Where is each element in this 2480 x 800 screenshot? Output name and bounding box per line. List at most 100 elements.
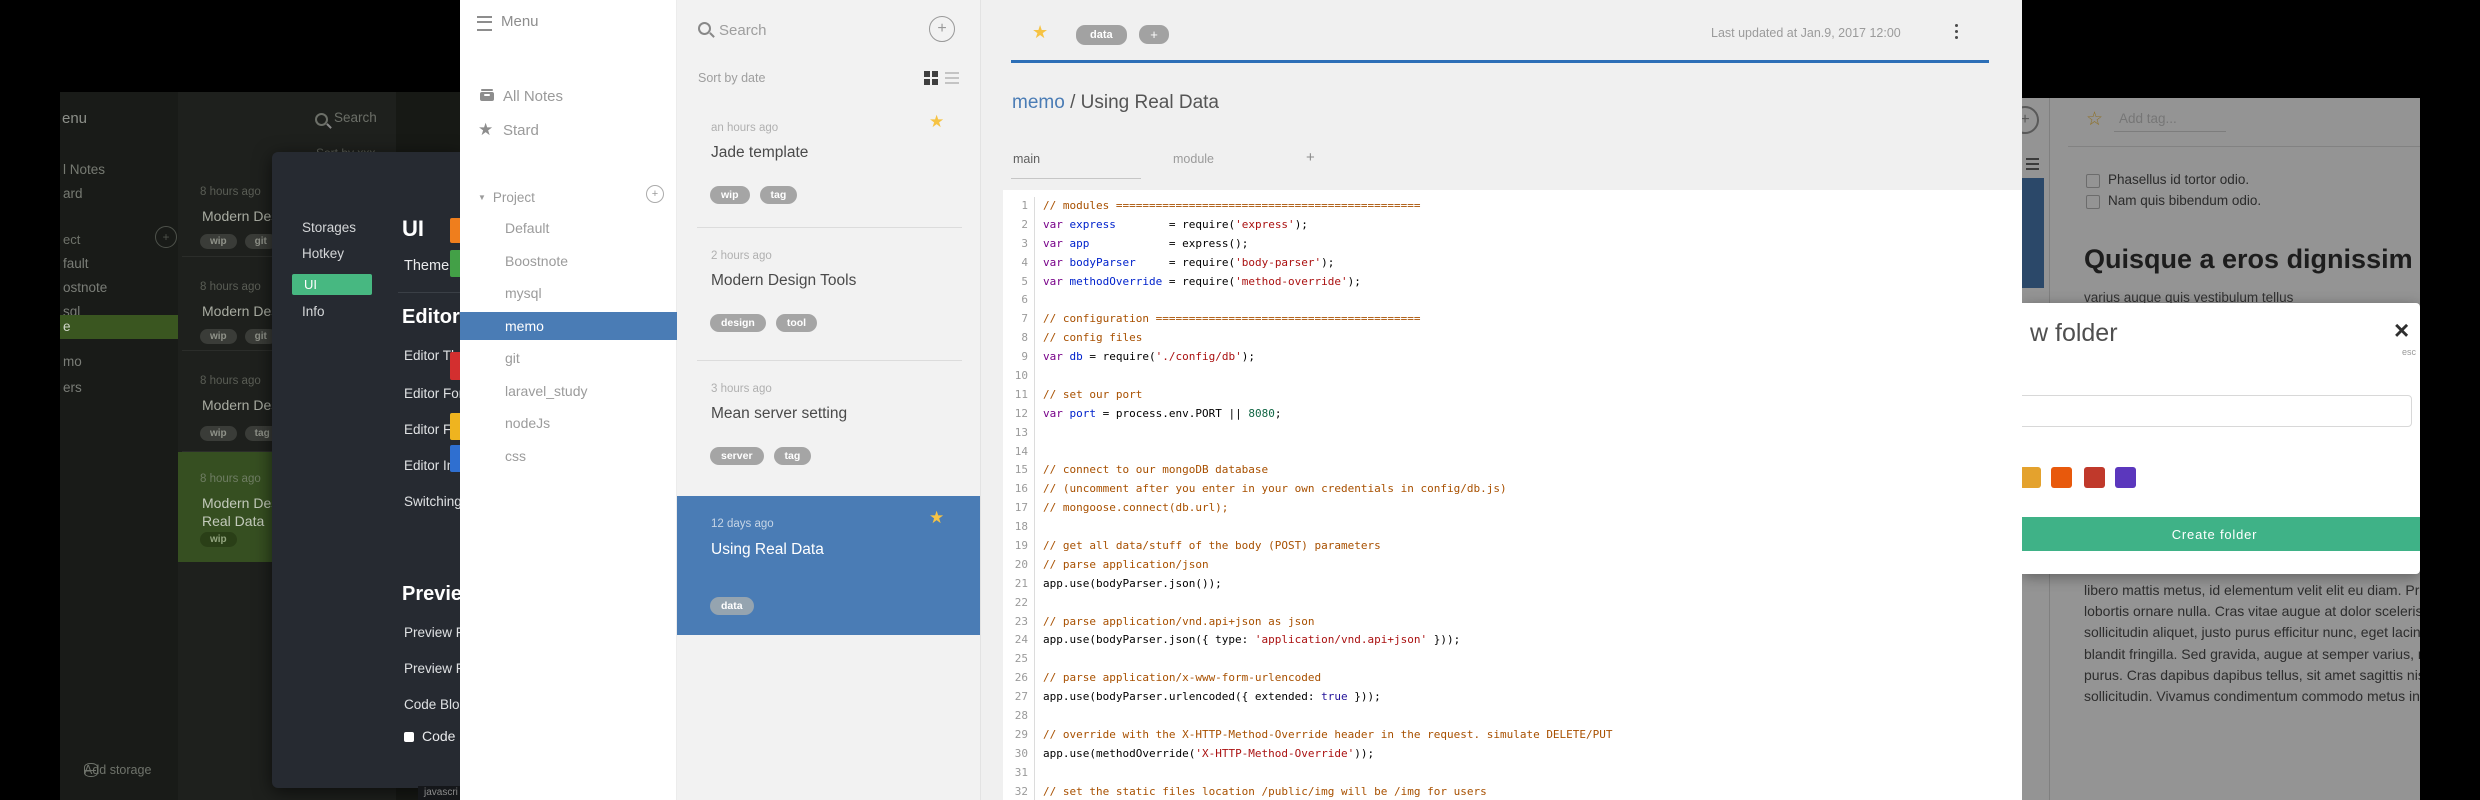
settings-item[interactable]: Preview F: [404, 661, 462, 676]
tag-badge: wip: [200, 426, 237, 441]
sidebar-item-all-notes[interactable]: All Notes: [480, 88, 660, 108]
code-editor[interactable]: 1 // modules ============================…: [1003, 190, 2023, 800]
menu-icon[interactable]: [477, 16, 492, 31]
code-token: 'application/vnd.api+json': [1254, 633, 1428, 647]
close-icon[interactable]: ×: [2394, 315, 2409, 346]
settings-divider: [398, 292, 462, 293]
folder-color-swatch[interactable]: [2022, 467, 2041, 488]
code-line: 11 // set our port: [1003, 385, 2023, 405]
line-number: 17: [1003, 499, 1035, 519]
folder-name-input[interactable]: [2022, 395, 2412, 427]
menu-label[interactable]: Menu: [501, 13, 539, 30]
sort-by-label[interactable]: Sort by date: [698, 71, 765, 85]
code-text: // config files: [1035, 329, 1142, 348]
sidebar-folder-Default[interactable]: Default: [460, 214, 677, 242]
star-icon[interactable]: [1032, 22, 1048, 43]
left-app-folder-item[interactable]: ers: [60, 376, 178, 400]
code-token: var: [1043, 274, 1063, 288]
note-list-item[interactable]: an hours ago Jade template wiptag: [677, 100, 980, 228]
folder-color-swatch[interactable]: [2084, 467, 2105, 488]
sidebar-item-starred[interactable]: Stard: [480, 122, 660, 142]
sidebar-folder-mysql[interactable]: mysql: [460, 279, 677, 307]
line-number: 15: [1003, 461, 1035, 481]
code-token: // get all data/stuff of the body (POST)…: [1043, 539, 1381, 553]
line-number: 2: [1003, 215, 1035, 235]
code-line: 14: [1003, 442, 2023, 462]
sidebar-folder-Boostnote[interactable]: Boostnote: [460, 247, 677, 275]
sidebar-folder-laravel_study[interactable]: laravel_study: [460, 377, 677, 405]
left-app-menu-label[interactable]: enu: [62, 110, 87, 127]
note-list-item[interactable]: 2 hours ago Modern Design Tools design tool: [677, 228, 980, 361]
settings-item[interactable]: Switching: [404, 494, 462, 509]
code-text: var app = express();: [1035, 235, 1248, 254]
note-tag-badge[interactable]: data: [1076, 25, 1127, 45]
new-note-button[interactable]: [929, 16, 955, 42]
sidebar-folder-css[interactable]: css: [460, 442, 677, 470]
create-folder-button[interactable]: Create folder: [2022, 517, 2420, 551]
search-input[interactable]: [717, 21, 901, 40]
sidebar-folder-git[interactable]: git: [460, 344, 677, 372]
left-app-project-label[interactable]: ect: [63, 232, 80, 247]
left-app-add-folder-icon[interactable]: [155, 226, 177, 248]
line-number: 10: [1003, 367, 1035, 386]
settings-item[interactable]: Preview F: [404, 625, 462, 640]
settings-item[interactable]: Editor For: [404, 386, 462, 401]
more-options-icon[interactable]: [1955, 24, 1958, 27]
code-token: 'X-HTTP-Method-Override': [1195, 746, 1355, 760]
code-token: );: [1294, 217, 1308, 231]
tab-module[interactable]: module: [1173, 152, 1214, 166]
line-number: 3: [1003, 234, 1035, 254]
breadcrumb-folder[interactable]: memo: [1012, 92, 1065, 113]
code-line: 32 // set the static files location /publ…: [1003, 782, 2023, 800]
tab-main[interactable]: main: [1013, 152, 1040, 166]
settings-nav-ui[interactable]: UI: [292, 274, 372, 295]
code-text: var bodyParser = require('body-parser');: [1035, 254, 1334, 273]
line-number: 8: [1003, 329, 1035, 349]
add-folder-icon[interactable]: [646, 185, 664, 203]
code-line: 24 app.use(bodyParser.json({ type: 'appli…: [1003, 631, 2023, 651]
list-view-icon[interactable]: [945, 72, 959, 74]
left-app-starred-item[interactable]: ard: [63, 186, 83, 201]
left-app-all-notes-item[interactable]: l Notes: [63, 162, 105, 177]
line-number: 31: [1003, 763, 1035, 783]
settings-item[interactable]: Code Blo: [404, 697, 460, 712]
folder-color-swatch[interactable]: [2051, 467, 2072, 488]
code-token: 'method-override': [1235, 274, 1348, 288]
code-token: var: [1043, 236, 1063, 250]
line-number: 6: [1003, 291, 1035, 311]
settings-checkbox[interactable]: [404, 732, 414, 742]
code-token: );: [1321, 255, 1335, 269]
left-app-search-label[interactable]: Search: [334, 110, 377, 125]
tab-add[interactable]: +: [1306, 149, 1315, 166]
left-app-folder-item[interactable]: mo: [60, 350, 178, 374]
sidebar-folder-memo[interactable]: memo: [460, 311, 677, 340]
note-date: 8 hours ago: [200, 281, 261, 293]
code-token: './config/db': [1155, 350, 1242, 364]
code-token: var: [1043, 406, 1063, 420]
left-app-folder-item[interactable]: fault: [60, 252, 178, 276]
project-group-label[interactable]: Project: [478, 190, 535, 205]
code-token: app.use(bodyParser.json());: [1043, 576, 1222, 590]
line-number: 21: [1003, 574, 1035, 594]
add-tag-button[interactable]: [1139, 25, 1169, 44]
left-app-folder-item[interactable]: e: [60, 315, 178, 339]
note-list-item[interactable]: 3 hours ago Mean server setting server tag: [677, 361, 980, 496]
sidebar-folder-nodeJs[interactable]: nodeJs: [460, 409, 677, 437]
code-token: }));: [1427, 633, 1461, 647]
line-number: 5: [1003, 272, 1035, 292]
code-line: 13: [1003, 423, 2023, 443]
left-app-add-storage-button[interactable]: Add storage: [62, 760, 178, 780]
left-app-folder-item[interactable]: ostnote: [60, 276, 178, 300]
code-line: 25: [1003, 650, 2023, 670]
line-number: 25: [1003, 650, 1035, 670]
line-number: 26: [1003, 669, 1035, 689]
folder-color-swatch[interactable]: [2115, 467, 2136, 488]
note-list-item[interactable]: 12 days ago Using Real Data data: [677, 496, 980, 635]
settings-modal: Storages Hotkey UI Info UI Theme Editor Edi…: [272, 152, 462, 788]
grid-view-icon[interactable]: [924, 71, 930, 77]
all-notes-icon: [480, 89, 494, 101]
note-date: 8 hours ago: [200, 186, 261, 198]
